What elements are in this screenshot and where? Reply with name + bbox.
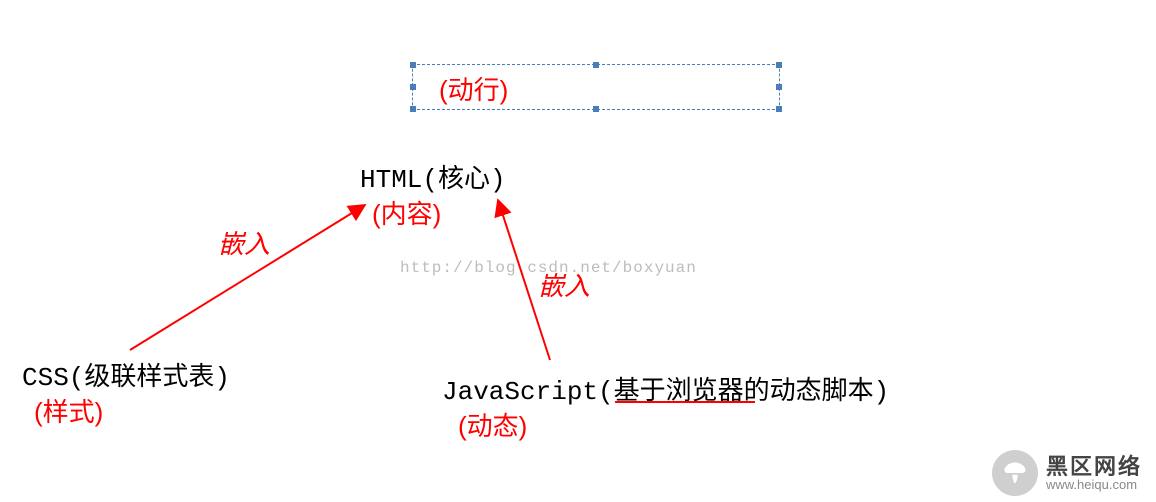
spellcheck-underline-icon bbox=[615, 401, 755, 403]
logo-en-text: www.heiqu.com bbox=[1046, 478, 1142, 492]
node-html-subtitle: (内容) bbox=[372, 194, 441, 231]
selection-label: (动行) bbox=[439, 70, 508, 107]
arrow-label-right: 嵌入 bbox=[538, 266, 590, 303]
diagram-canvas: { "selected_box": { "label": "(动行)" }, "… bbox=[0, 0, 1156, 502]
node-css-subtitle: (样式) bbox=[34, 392, 103, 429]
logo-cn-text: 黑区网络 bbox=[1046, 455, 1142, 478]
site-logo: 黑区网络 www.heiqu.com bbox=[992, 450, 1142, 496]
node-css-title: CSS(级联样式表) bbox=[22, 356, 230, 393]
arrow-label-left: 嵌入 bbox=[218, 224, 270, 261]
mushroom-icon bbox=[992, 450, 1038, 496]
node-js-subtitle: (动态) bbox=[458, 406, 527, 443]
node-html-title: HTML(核心) bbox=[360, 158, 506, 195]
